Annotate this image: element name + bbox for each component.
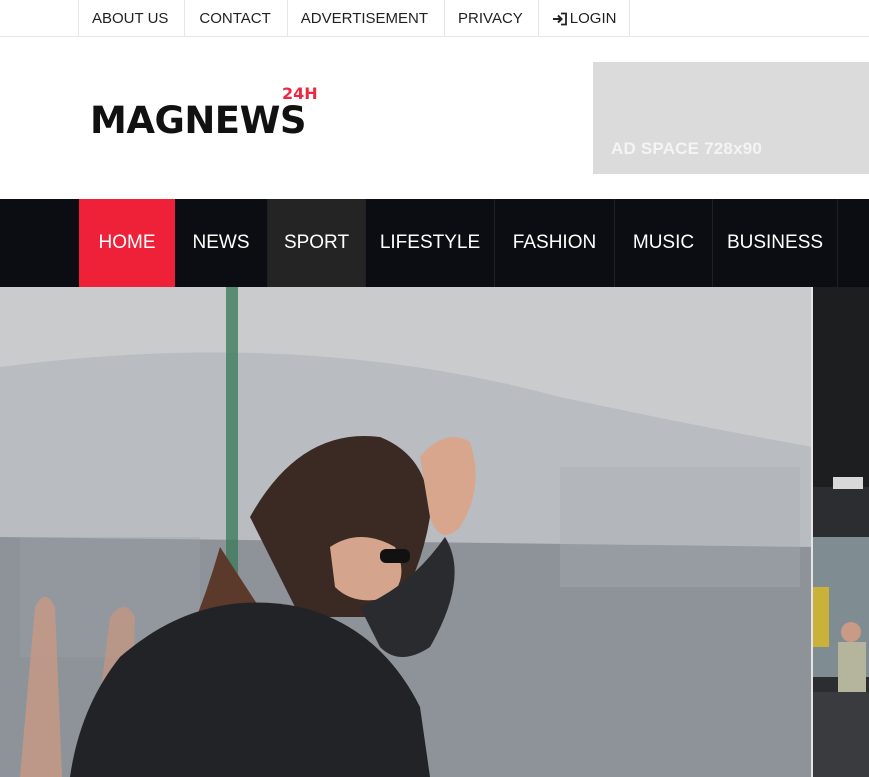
- login-icon: [552, 12, 568, 26]
- site-header: MAGNEWS 24H AD SPACE 728x90: [0, 37, 869, 199]
- nav-item-business[interactable]: BUSINESS: [713, 199, 838, 287]
- nav-item-news[interactable]: NEWS: [175, 199, 268, 287]
- top-links: ABOUT US CONTACT ADVERTISEMENT PRIVACY L…: [78, 0, 631, 37]
- nav-item-lifestyle[interactable]: LIFESTYLE: [366, 199, 495, 287]
- privacy-link[interactable]: PRIVACY: [444, 0, 538, 37]
- nav-item-fashion[interactable]: FASHION: [495, 199, 615, 287]
- nav-item-sport[interactable]: SPORT: [268, 199, 366, 287]
- site-logo[interactable]: MAGNEWS 24H: [90, 85, 330, 143]
- main-nav-list: HOME NEWS SPORT LIFESTYLE FASHION MUSIC …: [79, 199, 838, 287]
- about-us-label: ABOUT US: [92, 10, 169, 27]
- privacy-label: PRIVACY: [458, 10, 523, 27]
- advertisement-link[interactable]: ADVERTISEMENT: [286, 0, 444, 37]
- logo-wordmark: MAGNEWS: [90, 99, 307, 142]
- login-link[interactable]: LOGIN: [537, 0, 631, 37]
- nav-item-home[interactable]: HOME: [79, 199, 175, 287]
- logo-badge: 24H: [282, 84, 318, 103]
- hero-photo-illustration: [0, 287, 813, 777]
- advertisement-label: ADVERTISEMENT: [300, 10, 429, 27]
- next-photo-illustration: [813, 287, 869, 777]
- nav-item-music[interactable]: MUSIC: [615, 199, 713, 287]
- ad-banner[interactable]: AD SPACE 728x90: [593, 62, 869, 174]
- top-bar: ABOUT US CONTACT ADVERTISEMENT PRIVACY L…: [0, 0, 869, 37]
- contact-link[interactable]: CONTACT: [184, 0, 286, 37]
- main-nav: HOME NEWS SPORT LIFESTYLE FASHION MUSIC …: [0, 199, 869, 287]
- hero-slider: [0, 287, 869, 777]
- hero-image-next[interactable]: [813, 287, 869, 777]
- ad-banner-text: AD SPACE 728x90: [611, 139, 763, 158]
- login-label: LOGIN: [569, 10, 617, 27]
- about-us-link[interactable]: ABOUT US: [78, 0, 184, 37]
- contact-label: CONTACT: [199, 10, 271, 27]
- hero-image-main[interactable]: [0, 287, 813, 777]
